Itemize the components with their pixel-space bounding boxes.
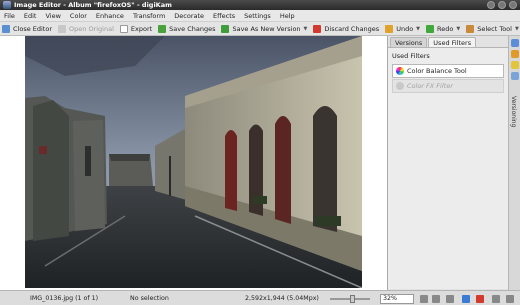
minimize-button[interactable] — [487, 1, 495, 9]
menu-enhance[interactable]: Enhance — [96, 12, 124, 20]
close-editor-button[interactable]: Close Editor — [0, 23, 56, 35]
plus-icon — [221, 24, 230, 33]
image-canvas[interactable] — [0, 36, 388, 290]
menu-transform[interactable]: Transform — [133, 12, 165, 20]
menu-bar: File Edit View Color Enhance Transform D… — [0, 10, 520, 22]
zoom-in-icon[interactable] — [432, 295, 440, 303]
close-window-button[interactable] — [509, 1, 517, 9]
title-bar: Image Editor - Album "firefoxOS" - digiK… — [0, 0, 520, 10]
export-button[interactable]: Export — [118, 23, 156, 35]
menu-file[interactable]: File — [4, 12, 15, 20]
overexposure-icon[interactable] — [476, 295, 484, 303]
fit-window-icon[interactable] — [446, 295, 454, 303]
tab-versions[interactable]: Versions — [390, 37, 428, 47]
used-filters-panel: Used Filters Color Balance Tool Color FX… — [388, 48, 508, 289]
open-original-icon — [58, 24, 67, 33]
main-toolbar: Close Editor Open Original Export Save C… — [0, 22, 520, 36]
palette-icon[interactable] — [511, 50, 519, 58]
undo-chevron-down-icon[interactable]: ▼ — [416, 26, 420, 32]
window-title: Image Editor - Album "firefoxOS" - digiK… — [14, 1, 172, 9]
tab-used-filters[interactable]: Used Filters — [428, 37, 477, 47]
color-balance-icon — [396, 67, 404, 75]
filters-icon[interactable] — [511, 72, 519, 80]
select-tool-chevron-down-icon[interactable]: ▼ — [515, 26, 519, 32]
zoom-out-icon[interactable] — [420, 295, 428, 303]
chevron-down-icon[interactable]: ▼ — [304, 26, 308, 32]
tag-icon[interactable] — [511, 61, 519, 69]
redo-chevron-down-icon[interactable]: ▼ — [456, 26, 460, 32]
status-bar: IMG_0136.jpg (1 of 1) No selection 2,592… — [0, 290, 520, 305]
menu-color[interactable]: Color — [70, 12, 87, 20]
close-editor-icon — [2, 24, 10, 33]
menu-edit[interactable]: Edit — [24, 12, 37, 20]
tool-icon — [466, 24, 475, 33]
versioning-tab[interactable]: Versioning — [510, 96, 517, 127]
section-title: Used Filters — [392, 52, 430, 60]
selection-status: No selection — [130, 295, 169, 302]
zoom-level-input[interactable]: 32% — [380, 294, 414, 304]
app-icon — [3, 1, 11, 9]
color-managed-icon[interactable] — [492, 295, 500, 303]
save-changes-button[interactable]: Save Changes — [156, 23, 219, 35]
filename-status: IMG_0136.jpg (1 of 1) — [30, 295, 99, 302]
sidepanel-tabs: Versions Used Filters — [388, 36, 508, 48]
info-icon[interactable] — [511, 39, 519, 47]
menu-settings[interactable]: Settings — [244, 12, 271, 20]
window-controls — [487, 1, 517, 9]
menu-view[interactable]: View — [45, 12, 60, 20]
undo-button[interactable]: Undo ▼ — [383, 23, 424, 35]
redo-button[interactable]: Redo ▼ — [424, 23, 464, 35]
zoom-slider-handle[interactable] — [350, 295, 355, 303]
save-new-version-button[interactable]: Save As New Version ▼ — [219, 23, 311, 35]
filter-item-color-fx[interactable]: Color FX Filter — [392, 79, 504, 93]
open-original-button[interactable]: Open Original — [56, 23, 118, 35]
image-dimensions: 2,592x1,944 (5.04Mpx) — [245, 295, 319, 302]
filter-item-color-balance[interactable]: Color Balance Tool — [392, 64, 504, 78]
discard-changes-button[interactable]: Discard Changes — [311, 23, 383, 35]
maximize-button[interactable] — [498, 1, 506, 9]
redo-icon — [426, 24, 435, 33]
filters-sidepanel: Versions Used Filters Used Filters Color… — [388, 36, 508, 290]
checkmark-icon — [158, 24, 167, 33]
undo-icon — [385, 24, 394, 33]
discard-icon — [313, 24, 322, 33]
underexposure-icon[interactable] — [462, 295, 470, 303]
menu-help[interactable]: Help — [280, 12, 295, 20]
fullscreen-icon[interactable] — [506, 295, 514, 303]
menu-effects[interactable]: Effects — [213, 12, 235, 20]
edited-photo[interactable] — [25, 36, 362, 288]
color-fx-icon — [396, 82, 404, 90]
right-tool-strip: Versioning — [508, 36, 520, 290]
export-icon — [119, 24, 128, 33]
menu-decorate[interactable]: Decorate — [174, 12, 204, 20]
select-tool-button[interactable]: Select Tool ▼ — [464, 23, 520, 35]
